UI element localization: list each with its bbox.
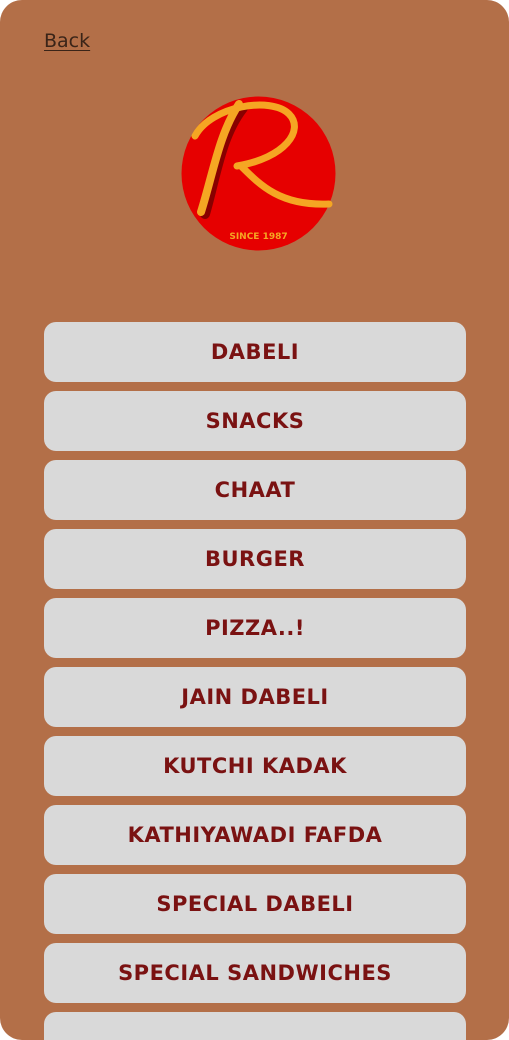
app-screen: Back SINCE 1987 DABELI SNACKS CHAAT BURG… (0, 0, 509, 1040)
menu-item-special-dabeli[interactable]: SPECIAL DABELI (44, 874, 466, 934)
category-menu: DABELI SNACKS CHAAT BURGER PIZZA..! JAIN… (44, 322, 466, 1040)
logo-tagline: SINCE 1987 (229, 232, 287, 242)
menu-item-special-sandwiches[interactable]: SPECIAL SANDWICHES (44, 943, 466, 1003)
menu-item-partial[interactable] (44, 1012, 466, 1040)
menu-item-kutchi-kadak[interactable]: KUTCHI KADAK (44, 736, 466, 796)
menu-item-dabeli[interactable]: DABELI (44, 322, 466, 382)
menu-item-snacks[interactable]: SNACKS (44, 391, 466, 451)
back-link[interactable]: Back (44, 30, 90, 52)
brand-logo: SINCE 1987 (181, 96, 336, 251)
menu-item-pizza[interactable]: PIZZA..! (44, 598, 466, 658)
menu-item-kathiyawadi-fafda[interactable]: KATHIYAWADI FAFDA (44, 805, 466, 865)
menu-item-burger[interactable]: BURGER (44, 529, 466, 589)
menu-item-jain-dabeli[interactable]: JAIN DABELI (44, 667, 466, 727)
menu-item-chaat[interactable]: CHAAT (44, 460, 466, 520)
